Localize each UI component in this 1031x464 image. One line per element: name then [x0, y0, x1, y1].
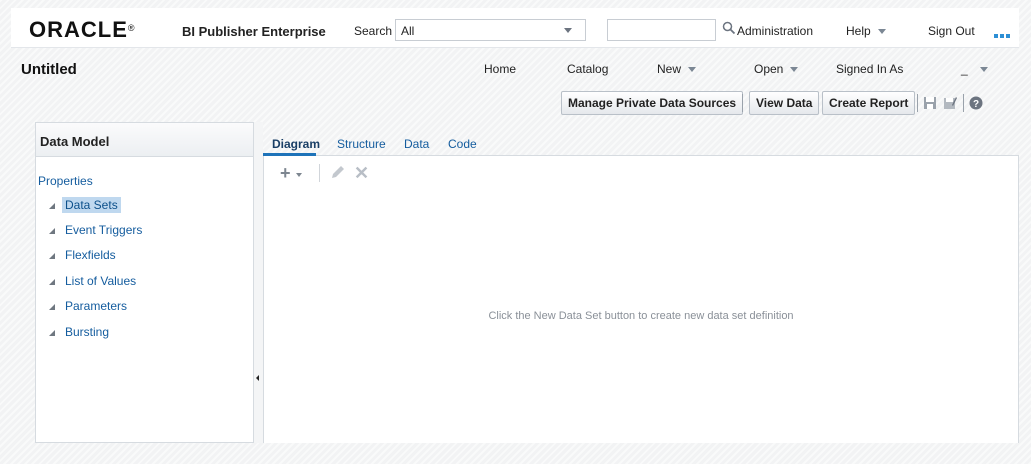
- expand-icon[interactable]: [49, 227, 55, 234]
- toolbar-divider: [319, 164, 320, 182]
- chevron-down-icon[interactable]: [564, 28, 572, 33]
- expand-icon[interactable]: [49, 202, 55, 209]
- toolbar-divider: [742, 94, 743, 112]
- edit-icon[interactable]: [330, 164, 346, 180]
- tree-item-event-triggers[interactable]: Event Triggers: [49, 222, 145, 239]
- chevron-down-icon: [877, 29, 886, 35]
- more-icon[interactable]: [994, 27, 1012, 41]
- user-name: _: [961, 62, 968, 76]
- catalog-link[interactable]: Catalog: [567, 62, 608, 76]
- tree-item-label: Bursting: [65, 325, 110, 339]
- tree-item-flexfields[interactable]: Flexfields: [49, 247, 119, 264]
- chevron-down-icon[interactable]: [296, 173, 302, 177]
- search-input[interactable]: [607, 19, 716, 41]
- page-header: Untitled Home Catalog New Open Signed In…: [11, 48, 1019, 122]
- new-menu[interactable]: New: [657, 62, 697, 76]
- tree-item-label: Event Triggers: [65, 223, 143, 237]
- properties-link[interactable]: Properties: [38, 174, 93, 188]
- search-label: Search: [354, 24, 393, 38]
- tree-item-label: Parameters: [65, 299, 128, 313]
- toolbar-divider: [963, 94, 964, 112]
- open-label: Open: [754, 62, 784, 76]
- toolbar-divider: [917, 94, 918, 112]
- expand-icon[interactable]: [49, 252, 55, 259]
- tab-code[interactable]: Code: [448, 137, 477, 151]
- save-icon[interactable]: [923, 96, 937, 110]
- help-label: Help: [846, 24, 871, 38]
- help-icon[interactable]: ?: [969, 96, 983, 110]
- tree-item-label: Flexfields: [65, 248, 116, 262]
- tab-diagram[interactable]: Diagram: [272, 137, 320, 151]
- delete-icon[interactable]: ✕: [354, 163, 369, 184]
- tree-item-label: Data Sets: [62, 197, 121, 213]
- panel-title: Data Model: [36, 123, 253, 157]
- open-menu[interactable]: Open: [754, 62, 799, 76]
- manage-private-data-sources-button[interactable]: Manage Private Data Sources: [561, 91, 744, 115]
- chevron-down-icon: [790, 67, 799, 73]
- search-icon[interactable]: [722, 21, 736, 35]
- page-title: Untitled: [21, 61, 77, 78]
- oracle-logo: ORACLE®: [29, 17, 136, 42]
- new-label: New: [657, 62, 682, 76]
- administration-link[interactable]: Administration: [737, 24, 813, 38]
- tree-item-data-sets[interactable]: Data Sets: [49, 197, 121, 214]
- signed-in-as-label: Signed In As: [836, 62, 904, 76]
- create-report-button[interactable]: Create Report: [822, 91, 916, 115]
- home-link[interactable]: Home: [484, 62, 516, 76]
- product-name: BI Publisher Enterprise: [182, 24, 326, 39]
- expand-icon[interactable]: [49, 278, 55, 285]
- collapse-icon[interactable]: [256, 375, 259, 381]
- tree-item-parameters[interactable]: Parameters: [49, 298, 130, 315]
- view-data-button[interactable]: View Data: [749, 91, 820, 115]
- tree-item-label: List of Values: [65, 274, 137, 288]
- search-scope-select[interactable]: All: [395, 19, 586, 41]
- expand-icon[interactable]: [49, 303, 55, 310]
- tree-item-list-of-values[interactable]: List of Values: [49, 273, 139, 290]
- user-menu[interactable]: _: [961, 62, 988, 76]
- global-header: ORACLE® BI Publisher Enterprise Search A…: [11, 8, 1019, 48]
- svg-text:?: ?: [973, 99, 979, 110]
- add-icon[interactable]: +: [280, 163, 291, 184]
- empty-state-message: Click the New Data Set button to create …: [488, 310, 794, 322]
- tab-bar: Diagram Structure Data Code: [263, 130, 1019, 156]
- sign-out-link[interactable]: Sign Out: [928, 24, 975, 38]
- expand-icon[interactable]: [49, 329, 55, 336]
- data-model-panel: Data Model Properties Data Sets Event Tr…: [35, 122, 254, 443]
- chevron-down-icon: [688, 67, 697, 73]
- search-scope-value: All: [401, 24, 415, 38]
- chevron-down-icon: [979, 67, 988, 73]
- tab-structure[interactable]: Structure: [337, 137, 386, 151]
- diagram-canvas[interactable]: [263, 156, 1019, 443]
- tree-item-bursting[interactable]: Bursting: [49, 324, 112, 341]
- panel-splitter[interactable]: [254, 122, 263, 443]
- help-menu[interactable]: Help: [846, 24, 886, 38]
- save-as-icon[interactable]: [943, 96, 957, 110]
- tab-data[interactable]: Data: [404, 137, 429, 151]
